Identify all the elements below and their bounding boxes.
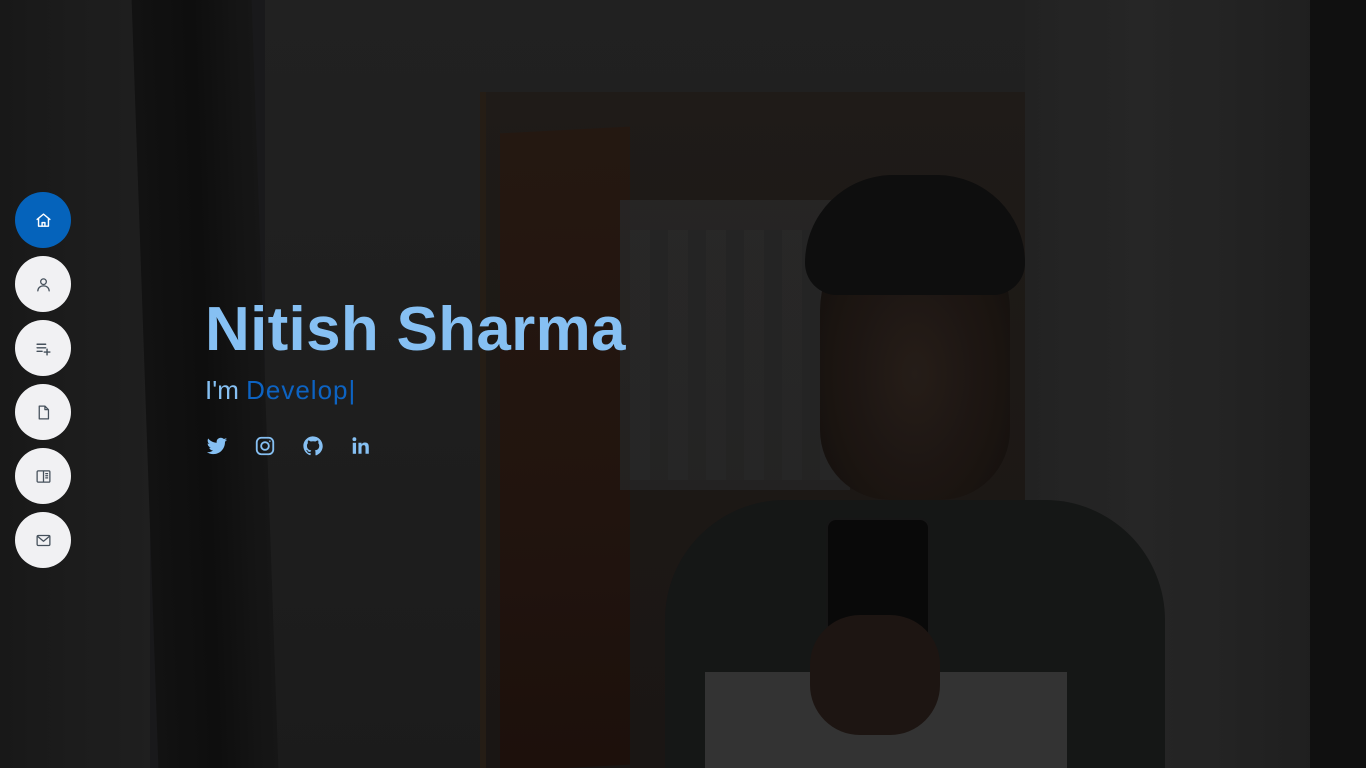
playlist-add-icon (35, 343, 51, 356)
nav-resume-button[interactable] (15, 320, 71, 376)
social-links (205, 434, 626, 458)
nav-services-button[interactable] (15, 448, 71, 504)
github-icon (303, 436, 323, 456)
nav-home-button[interactable] (15, 192, 71, 248)
twitter-link[interactable] (205, 434, 229, 458)
hero-section: Nitish Sharma I'm Develop| (0, 0, 1366, 768)
file-icon (38, 404, 49, 420)
linkedin-icon (352, 437, 369, 454)
hero-name: Nitish Sharma (205, 295, 626, 364)
nav-about-button[interactable] (15, 256, 71, 312)
hero-content: Nitish Sharma I'm Develop| (205, 292, 626, 458)
hero-subtitle: I'm Develop| (205, 374, 626, 406)
nav-contact-button[interactable] (15, 512, 71, 568)
typed-text: Develop (246, 375, 349, 405)
linkedin-link[interactable] (349, 434, 373, 458)
twitter-icon (206, 437, 228, 455)
envelope-icon (35, 534, 51, 546)
nav-portfolio-button[interactable] (15, 384, 71, 440)
hero-intro: I'm (205, 375, 239, 405)
book-open-icon (35, 469, 51, 483)
typed-cursor: | (348, 375, 356, 405)
side-nav (15, 192, 71, 568)
instagram-link[interactable] (253, 434, 277, 458)
instagram-icon (255, 436, 275, 456)
github-link[interactable] (301, 434, 325, 458)
home-icon (35, 212, 51, 227)
user-icon (36, 277, 50, 292)
